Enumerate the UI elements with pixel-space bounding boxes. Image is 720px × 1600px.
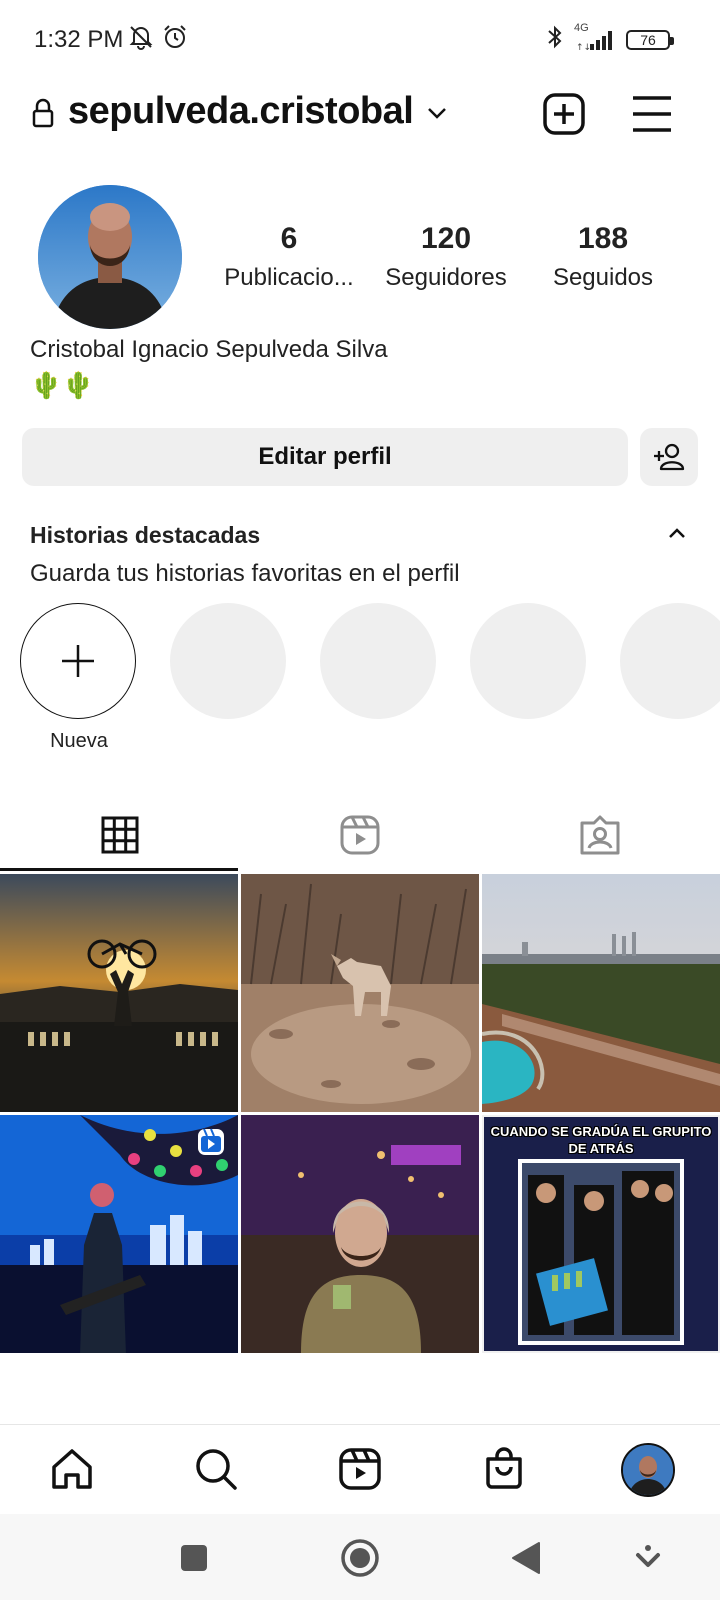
shop-icon[interactable] [480,1445,528,1493]
new-post-icon[interactable] [540,90,588,138]
username-switcher[interactable]: sepulveda.cristobal [68,90,414,133]
stat-followers-count: 120 [420,222,472,255]
new-highlight-button[interactable] [20,603,136,719]
bottom-navigation [0,1424,720,1514]
alarm-icon [162,24,188,55]
new-highlight-label: Nueva [50,730,108,752]
chevron-up-icon[interactable] [668,526,686,545]
tab-reels[interactable] [240,800,480,870]
tab-grid[interactable] [0,800,240,870]
home-icon[interactable] [48,1445,96,1493]
menu-icon[interactable] [628,90,676,138]
post-thumbnail[interactable] [241,874,479,1112]
back-icon[interactable] [504,1536,548,1580]
highlights-title: Historias destacadas [30,522,261,548]
profile-avatar[interactable] [38,185,182,329]
stat-followers-label: Seguidores [385,264,507,291]
stat-posts-count: 6 [280,222,298,255]
stat-posts[interactable]: 6 Publicacio... [214,222,364,292]
mute-bell-icon [128,24,154,55]
profile-header: sepulveda.cristobal [0,80,720,150]
post-thumbnail[interactable] [0,874,238,1112]
active-tab-indicator [0,868,238,871]
home-circle-icon[interactable] [338,1536,382,1580]
signal-icon: 4G ↑↓ [574,22,616,52]
stat-followers[interactable]: 120 Seguidores [371,222,521,292]
meme-caption: CUANDO SE GRADÚA EL GRUPITO DE ATRÁS [490,1124,712,1156]
battery-icon: 76 [626,29,674,50]
stat-posts-label: Publicacio... [224,264,354,291]
post-thumbnail[interactable]: CUANDO SE GRADÚA EL GRUPITO DE ATRÁS [482,1115,720,1353]
stat-following-label: Seguidos [552,264,654,291]
profile-bio: 🌵🌵 [30,370,95,400]
chevron-down-icon[interactable] [426,102,448,129]
status-time: 1:32 PM [34,26,124,53]
profile-avatar-nav[interactable] [621,1443,675,1497]
svg-text:↑↓: ↑↓ [576,43,591,52]
grid-icon [101,816,139,854]
highlight-placeholder [320,603,436,719]
status-bar: 1:32 PM 4G ↑↓ 76 [0,0,720,80]
highlight-placeholder [170,603,286,719]
network-type: 4G [574,21,589,34]
reels-nav-icon[interactable] [336,1445,384,1493]
post-thumbnail[interactable] [0,1115,238,1353]
highlight-placeholder [620,603,720,719]
reels-icon [340,815,380,855]
highlight-placeholder [470,603,586,719]
profile-full-name: Cristobal Ignacio Sepulveda Silva [30,336,388,363]
hide-nav-icon[interactable] [626,1536,670,1580]
stat-following-count: 188 [577,222,629,255]
plus-icon [62,645,94,677]
tagged-icon [580,815,620,855]
system-navigation-bar [0,1514,720,1600]
stat-following[interactable]: 188 Seguidos [528,222,678,292]
recents-icon[interactable] [172,1536,216,1580]
reel-indicator-icon [196,1127,226,1162]
tab-tagged[interactable] [480,800,720,870]
post-thumbnail[interactable] [241,1115,479,1353]
add-person-icon[interactable] [640,428,698,486]
post-thumbnail[interactable] [482,874,720,1112]
bluetooth-icon [546,24,564,55]
highlights-subtitle: Guarda tus historias favoritas en el per… [30,560,460,587]
lock-icon [32,98,54,133]
search-icon[interactable] [192,1445,240,1493]
edit-profile-button[interactable]: Editar perfil [22,428,628,486]
